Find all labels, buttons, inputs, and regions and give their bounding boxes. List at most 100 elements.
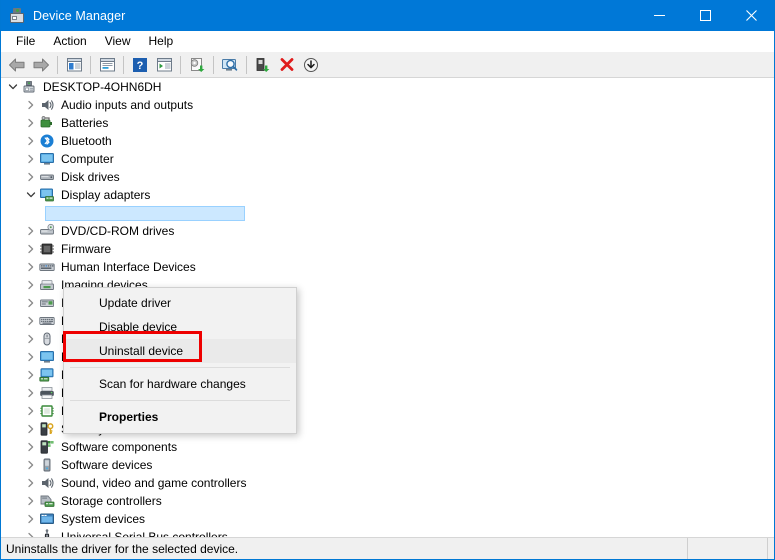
uninstall-device-button[interactable] <box>275 54 299 76</box>
chevron-right-icon[interactable] <box>23 241 39 257</box>
chevron-right-icon[interactable] <box>23 115 39 131</box>
minimize-button[interactable] <box>636 0 682 31</box>
close-icon <box>745 10 757 21</box>
menu-help[interactable]: Help <box>140 32 183 51</box>
context-menu-item-update-driver[interactable]: Update driver <box>64 291 296 315</box>
chevron-right-icon[interactable] <box>23 511 39 527</box>
window-controls <box>636 0 774 31</box>
uninstall-device-icon <box>280 57 294 71</box>
menu-file[interactable]: File <box>7 32 44 51</box>
monitor-icon <box>39 349 55 365</box>
tree-row-software-devices[interactable]: Software devices <box>1 456 774 474</box>
tree-row-display-adapters[interactable]: Display adapters <box>1 186 774 204</box>
chevron-right-icon[interactable] <box>23 277 39 293</box>
chevron-right-icon[interactable] <box>23 475 39 491</box>
tree-row-label: Software devices <box>61 458 153 472</box>
disk-drive-icon <box>39 169 55 185</box>
chevron-right-icon[interactable] <box>23 457 39 473</box>
tree-row-label: Human Interface Devices <box>61 260 196 274</box>
show-hide-action-pane-button[interactable] <box>152 54 176 76</box>
sound-controller-icon <box>39 475 55 491</box>
minimize-icon <box>653 15 665 16</box>
hid-icon <box>39 259 55 275</box>
chevron-down-icon[interactable] <box>5 79 21 95</box>
forward-button[interactable] <box>29 54 53 76</box>
chevron-right-icon[interactable] <box>23 295 39 311</box>
chevron-right-icon[interactable] <box>23 385 39 401</box>
computer-root-icon <box>21 79 37 95</box>
device-tree-panel[interactable]: DESKTOP-4OHN6DH Audio inputs and outputs B… <box>1 78 774 558</box>
tree-row-system-devices[interactable]: System devices <box>1 510 774 528</box>
speaker-icon <box>39 97 55 113</box>
tree-row-bluetooth[interactable]: Bluetooth <box>1 132 774 150</box>
tree-row-disk-drives[interactable]: Disk drives <box>1 168 774 186</box>
scan-for-hardware-changes-icon <box>222 58 238 71</box>
chevron-right-icon[interactable] <box>23 403 39 419</box>
toolbar-separator <box>213 55 214 74</box>
show-hide-console-tree-icon <box>66 57 82 71</box>
help-button[interactable]: ? <box>128 54 152 76</box>
status-message: Uninstalls the driver for the selected d… <box>1 537 688 559</box>
device-manager-icon <box>9 7 25 24</box>
context-menu-item-disable-device[interactable]: Disable device <box>64 315 296 339</box>
toolbar-separator <box>57 55 58 74</box>
enable-device-icon <box>256 57 270 72</box>
close-button[interactable] <box>728 0 774 31</box>
context-menu-item-uninstall-device[interactable]: Uninstall device <box>64 339 296 363</box>
tree-row-sound-video-and-game-controllers[interactable]: Sound, video and game controllers <box>1 474 774 492</box>
chevron-right-icon[interactable] <box>23 349 39 365</box>
chevron-right-icon[interactable] <box>23 493 39 509</box>
context-menu-item-scan-for-hardware-changes[interactable]: Scan for hardware changes <box>64 372 296 396</box>
storage-controller-icon <box>39 493 55 509</box>
chevron-down-icon[interactable] <box>23 187 39 203</box>
tree-row-label: Firmware <box>61 242 111 256</box>
maximize-button[interactable] <box>682 0 728 31</box>
security-device-icon <box>39 421 55 437</box>
tree-row-software-components[interactable]: Software components <box>1 438 774 456</box>
disable-device-button[interactable] <box>299 54 323 76</box>
tree-row-storage-controllers[interactable]: Storage controllers <box>1 492 774 510</box>
tree-row-batteries[interactable]: Batteries <box>1 114 774 132</box>
network-adapter-icon <box>39 367 55 383</box>
properties-button[interactable] <box>95 54 119 76</box>
tree-row-human-interface-devices[interactable]: Human Interface Devices <box>1 258 774 276</box>
update-driver-button[interactable] <box>185 54 209 76</box>
chevron-right-icon[interactable] <box>23 439 39 455</box>
context-menu[interactable]: Update driver Disable device Uninstall d… <box>63 287 297 434</box>
tree-row-label: Display adapters <box>61 188 151 202</box>
tree-row-firmware[interactable]: Firmware <box>1 240 774 258</box>
tree-row-selected-display-device[interactable] <box>1 204 774 222</box>
tree-row-label: Software components <box>61 440 178 454</box>
chevron-right-icon[interactable] <box>23 169 39 185</box>
chevron-right-icon[interactable] <box>23 133 39 149</box>
chevron-right-icon[interactable] <box>23 331 39 347</box>
context-menu-separator <box>70 367 290 368</box>
enable-device-button[interactable] <box>251 54 275 76</box>
chevron-right-icon[interactable] <box>23 151 39 167</box>
chevron-right-icon[interactable] <box>23 313 39 329</box>
chevron-right-icon[interactable] <box>23 223 39 239</box>
status-pane-secondary <box>688 537 768 559</box>
menu-action[interactable]: Action <box>44 32 95 51</box>
chevron-right-icon[interactable] <box>23 259 39 275</box>
menu-view[interactable]: View <box>96 32 140 51</box>
chevron-right-icon[interactable] <box>23 367 39 383</box>
tree-row-label: Storage controllers <box>61 494 162 508</box>
battery-icon <box>39 115 55 131</box>
chevron-right-icon[interactable] <box>23 97 39 113</box>
back-icon <box>9 58 25 71</box>
tree-row-dvd-cd-rom-drives[interactable]: DVD/CD-ROM drives <box>1 222 774 240</box>
back-button[interactable] <box>5 54 29 76</box>
tree-row-computer[interactable]: Computer <box>1 150 774 168</box>
tree-row-audio-inputs-and-outputs[interactable]: Audio inputs and outputs <box>1 96 774 114</box>
help-icon: ? <box>133 57 147 72</box>
chevron-right-icon[interactable] <box>23 421 39 437</box>
scan-for-hardware-changes-button[interactable] <box>218 54 242 76</box>
device-manager-window: Device Manager File Action View Help ? D… <box>0 0 775 560</box>
processor-icon <box>39 403 55 419</box>
disable-device-icon <box>304 57 318 72</box>
show-hide-console-tree-button[interactable] <box>62 54 86 76</box>
tree-row-root[interactable]: DESKTOP-4OHN6DH <box>1 78 774 96</box>
tree-row-label: DESKTOP-4OHN6DH <box>43 80 162 94</box>
context-menu-item-properties[interactable]: Properties <box>64 405 296 429</box>
